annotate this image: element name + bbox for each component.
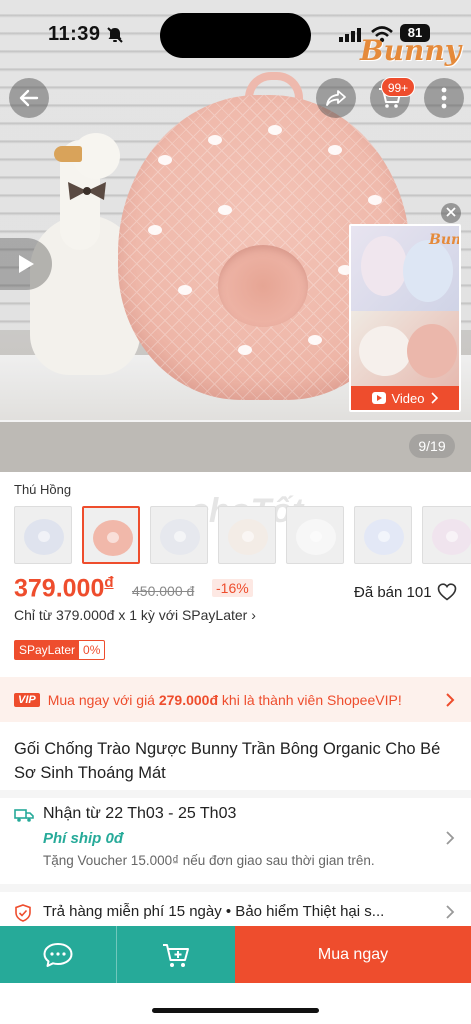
pillow-print-dot	[158, 155, 172, 165]
pillow-print-dot	[148, 225, 162, 235]
variant-pillow-hole	[310, 531, 322, 542]
section-divider	[0, 790, 471, 798]
video-pillow-shape	[407, 324, 457, 378]
variation-label: Thú Hồng	[14, 482, 72, 497]
status-time: 11:39	[48, 23, 101, 45]
video-pillow-shape	[361, 236, 407, 296]
pillow-print-dot	[328, 145, 342, 155]
vip-tag: VIP	[14, 692, 40, 707]
chevron-right-icon[interactable]	[445, 830, 455, 846]
video-pillow-shape	[359, 326, 411, 376]
dynamic-island	[160, 13, 311, 58]
chat-button[interactable]	[0, 926, 117, 983]
variant-pillow-hole	[38, 531, 50, 542]
buy-now-button[interactable]: Mua ngay	[235, 926, 471, 983]
return-policy-text[interactable]: Trả hàng miễn phí 15 ngày • Bảo hiểm Thi…	[43, 903, 443, 920]
goose-bow-icon	[68, 182, 106, 200]
sold-count: Đã bán 101	[354, 584, 432, 601]
variant-pillow-hole	[107, 532, 119, 543]
variant-pillow-hole	[242, 531, 254, 542]
video-play-icon	[372, 392, 387, 404]
back-button[interactable]	[9, 78, 49, 118]
pillow-print-dot	[308, 335, 322, 345]
video-label-bar[interactable]: Video	[351, 386, 459, 410]
share-icon	[326, 90, 346, 106]
pillow-print-dot	[208, 135, 222, 145]
current-price-value: 379.000	[14, 574, 105, 603]
add-to-cart-icon	[163, 943, 189, 967]
heart-icon[interactable]	[437, 583, 457, 601]
chevron-right-icon	[446, 693, 455, 707]
original-price: 450.000 đ	[132, 583, 195, 599]
more-options-button[interactable]	[424, 78, 464, 118]
discount-badge: -16%	[212, 579, 253, 597]
variant-option-2[interactable]	[82, 506, 140, 564]
variation-list	[14, 506, 471, 564]
shipping-voucher-note: Tặng Voucher 15.000₫ nếu đơn giao sau th…	[43, 853, 375, 868]
variant-option-4[interactable]	[218, 506, 276, 564]
image-counter: 9/19	[409, 434, 455, 458]
vip-price: 279.000đ	[158, 691, 219, 708]
close-video-button[interactable]	[441, 203, 461, 223]
add-to-cart-button[interactable]	[117, 926, 235, 983]
brand-logo: Bunny	[360, 34, 462, 67]
background-shelf-edge	[0, 420, 471, 472]
more-vertical-icon	[441, 87, 447, 109]
arrow-left-icon	[19, 89, 39, 107]
close-icon	[446, 207, 456, 217]
variant-pillow-hole	[174, 531, 186, 542]
pillow-print-dot	[238, 345, 252, 355]
chat-icon	[43, 942, 73, 967]
variant-pillow-hole	[378, 531, 390, 542]
bottom-action-bar: Mua ngay	[0, 926, 471, 983]
video-brand-logo: Bunny	[429, 232, 461, 248]
vip-text-after: khi là thành viên ShopeeVIP!	[218, 691, 402, 708]
shipping-fee: Phí ship 0đ	[43, 830, 124, 847]
chevron-right-icon[interactable]	[445, 904, 455, 920]
shield-check-icon	[15, 904, 31, 922]
spaylater-label: SPayLater	[15, 641, 80, 659]
delivery-date: Nhận từ 22 Th03 - 25 Th03	[43, 805, 237, 822]
play-video-button[interactable]	[0, 238, 52, 290]
pillow-print-dot	[178, 285, 192, 295]
section-divider	[0, 884, 471, 892]
current-price: 379.000đ	[14, 574, 114, 603]
spaylater-rate: 0%	[83, 643, 101, 657]
product-title: Gối Chống Trào Ngược Bunny Trần Bông Org…	[14, 740, 441, 782]
video-preview-thumbnail[interactable]: Bunny Video	[349, 224, 461, 412]
pillow-print-dot	[268, 125, 282, 135]
cart-count-badge: 99+	[381, 77, 415, 97]
bell-muted-icon	[107, 27, 123, 43]
chevron-right-icon	[430, 392, 438, 404]
variant-option-6[interactable]	[354, 506, 412, 564]
installment-link[interactable]: Chỉ từ 379.000đ x 1 kỳ với SPayLater ›	[14, 607, 256, 623]
share-button[interactable]	[316, 78, 356, 118]
vip-text: Mua ngay với giá 279.000đ khi là thành v…	[48, 692, 402, 708]
pillow-print-dot	[218, 205, 232, 215]
video-label-text: Video	[391, 390, 425, 406]
vip-text-before: Mua ngay với giá	[47, 691, 159, 708]
delivery-truck-icon	[14, 809, 34, 822]
video-pillow-shape	[403, 240, 453, 302]
current-price-currency: đ	[104, 574, 114, 591]
play-icon	[19, 255, 34, 273]
variant-option-3[interactable]	[150, 506, 208, 564]
variant-pillow-hole	[446, 531, 458, 542]
pillow-print-dot	[368, 195, 382, 205]
pillow-center-hole	[218, 245, 308, 327]
shopee-vip-banner[interactable]: VIP Mua ngay với giá 279.000đ khi là thà…	[0, 677, 471, 722]
spaylater-badge: SPayLater 0%	[14, 640, 106, 660]
home-indicator	[152, 1008, 319, 1013]
goose-plush-beak	[54, 146, 82, 162]
variant-option-1[interactable]	[14, 506, 72, 564]
variant-option-7[interactable]	[422, 506, 471, 564]
variant-option-5[interactable]	[286, 506, 344, 564]
